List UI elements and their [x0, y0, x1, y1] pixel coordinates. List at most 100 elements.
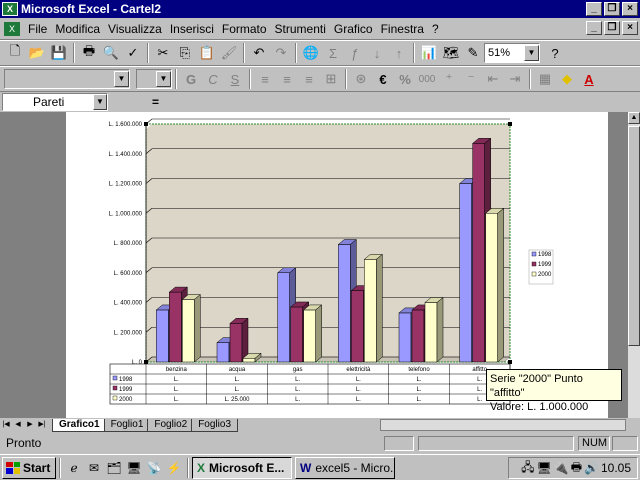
doc-close-button[interactable]: × — [622, 21, 638, 35]
bold-button[interactable]: G — [180, 68, 202, 90]
sort-descending-icon[interactable]: ↑ — [388, 42, 410, 64]
prev-tab-icon[interactable]: ◀ — [12, 419, 24, 431]
redo-icon[interactable]: ↷ — [270, 42, 292, 64]
minimize-button[interactable]: _ — [586, 2, 602, 16]
separator — [187, 457, 189, 478]
tab-foglio1[interactable]: Foglio1 — [103, 418, 151, 432]
scroll-thumb[interactable] — [628, 126, 640, 346]
tab-foglio3[interactable]: Foglio3 — [191, 418, 239, 432]
last-tab-icon[interactable]: ▶| — [36, 419, 48, 431]
menu-grafico[interactable]: Grafico — [330, 22, 377, 36]
font-color-icon[interactable]: A — [578, 68, 600, 90]
outlook-icon[interactable]: ✉ — [84, 458, 104, 478]
bar-side — [436, 296, 444, 363]
close-button[interactable]: × — [622, 2, 638, 16]
percent-button[interactable]: % — [394, 68, 416, 90]
ie-icon[interactable]: ℯ — [64, 458, 84, 478]
tray-icon[interactable]: 🖧 — [521, 458, 534, 479]
new-icon[interactable]: 🗋 — [4, 42, 26, 64]
menu-finestra[interactable]: Finestra — [377, 22, 428, 36]
separator — [529, 69, 531, 89]
selection-handle — [508, 360, 512, 364]
explorer-icon[interactable]: 🗂 — [104, 458, 124, 478]
borders-icon[interactable]: ▦ — [534, 68, 556, 90]
cut-icon[interactable]: ✂ — [152, 42, 174, 64]
tab-grafico1[interactable]: Grafico1 — [52, 418, 107, 432]
scroll-up-button[interactable]: ▲ — [628, 112, 640, 124]
print-preview-icon[interactable]: 🔍 — [100, 42, 122, 64]
save-icon[interactable]: 💾 — [48, 42, 70, 64]
tab-foglio2[interactable]: Foglio2 — [147, 418, 195, 432]
start-button[interactable]: Start — [2, 456, 56, 479]
drawing-icon[interactable]: ✎ — [462, 42, 484, 64]
increase-indent-icon[interactable]: ⇥ — [504, 68, 526, 90]
sort-ascending-icon[interactable]: ↓ — [366, 42, 388, 64]
first-tab-icon[interactable]: |◀ — [0, 419, 12, 431]
help-icon[interactable]: ? — [544, 42, 566, 64]
table-cell: L. — [416, 397, 421, 403]
name-box[interactable]: Pareti ▼ — [2, 93, 108, 111]
equals-sign[interactable]: = — [152, 95, 159, 109]
size-combo[interactable]: ▼ — [136, 69, 172, 89]
function-icon[interactable]: ƒ — [344, 42, 366, 64]
tray-icon[interactable]: 🔌 — [554, 461, 569, 475]
merge-center-icon[interactable]: ⊞ — [320, 68, 342, 90]
align-right-icon[interactable]: ≡ — [298, 68, 320, 90]
menu-file[interactable]: File — [24, 22, 51, 36]
chevron-down-icon[interactable]: ▼ — [114, 71, 129, 87]
chevron-down-icon[interactable]: ▼ — [156, 71, 171, 87]
euro-icon[interactable]: ⊛ — [350, 68, 372, 90]
desktop-icon[interactable]: 🖥 — [124, 458, 144, 478]
winamp-icon[interactable]: ⚡ — [164, 458, 184, 478]
paste-icon[interactable]: 📋 — [196, 42, 218, 64]
next-tab-icon[interactable]: ▶ — [24, 419, 36, 431]
fill-color-icon[interactable]: ◆ — [556, 68, 578, 90]
font-combo[interactable]: ▼ — [4, 69, 130, 89]
menu-visualizza[interactable]: Visualizza — [104, 22, 166, 36]
menu-inserisci[interactable]: Inserisci — [166, 22, 218, 36]
bar — [277, 272, 290, 363]
task-excel[interactable]: X Microsoft E... — [192, 456, 292, 479]
doc-minimize-button[interactable]: _ — [586, 21, 602, 35]
menu-help[interactable]: ? — [428, 22, 443, 36]
chevron-down-icon[interactable]: ▼ — [93, 94, 107, 110]
horizontal-scrollbar[interactable] — [380, 419, 626, 431]
print-icon[interactable]: 🖶 — [78, 42, 100, 64]
table-cell: L. — [477, 397, 482, 403]
open-icon[interactable]: 📂 — [26, 42, 48, 64]
hyperlink-icon[interactable]: 🌐 — [300, 42, 322, 64]
menu-formato[interactable]: Formato — [218, 22, 271, 36]
chevron-down-icon[interactable]: ▼ — [524, 45, 539, 61]
decrease-decimal-icon[interactable]: ⁻ — [460, 68, 482, 90]
doc-restore-button[interactable]: ❐ — [604, 21, 620, 35]
copy-icon[interactable]: ⎘ — [174, 42, 196, 64]
increase-decimal-icon[interactable]: ⁺ — [438, 68, 460, 90]
align-center-icon[interactable]: ≡ — [276, 68, 298, 90]
format-painter-icon[interactable]: 🖌 — [218, 42, 240, 64]
menu-modifica[interactable]: Modifica — [51, 22, 104, 36]
decrease-indent-icon[interactable]: ⇤ — [482, 68, 504, 90]
task-word[interactable]: W excel5 - Micro... — [295, 456, 395, 479]
vertical-scrollbar[interactable]: ▲ — [628, 112, 640, 418]
volume-icon[interactable]: 🔊 — [584, 461, 599, 475]
zoom-combo[interactable]: 51% ▼ — [484, 43, 540, 63]
map-icon[interactable]: 🗺 — [440, 42, 462, 64]
spelling-icon[interactable]: ✓ — [122, 42, 144, 64]
restore-button[interactable]: ❐ — [604, 2, 620, 16]
currency-button[interactable]: € — [372, 68, 394, 90]
tray-icon[interactable]: 🖥 — [537, 461, 552, 475]
channels-icon[interactable]: 📡 — [144, 458, 164, 478]
autosum-icon[interactable]: Σ — [322, 42, 344, 64]
document-icon[interactable]: X — [4, 21, 20, 36]
italic-button[interactable]: C — [202, 68, 224, 90]
menu-strumenti[interactable]: Strumenti — [271, 22, 330, 36]
system-tray: 🖧 🖥 🔌 🖶 🔊 10.05 — [508, 457, 638, 479]
align-left-icon[interactable]: ≡ — [254, 68, 276, 90]
chart-wizard-icon[interactable]: 📊 — [418, 42, 440, 64]
underline-button[interactable]: S — [224, 68, 246, 90]
excel-app-icon[interactable]: X — [2, 2, 18, 16]
category-label: benzina — [166, 367, 188, 373]
thousands-button[interactable]: 000 — [416, 68, 438, 90]
undo-icon[interactable]: ↶ — [248, 42, 270, 64]
tray-icon[interactable]: 🖶 — [571, 458, 582, 479]
